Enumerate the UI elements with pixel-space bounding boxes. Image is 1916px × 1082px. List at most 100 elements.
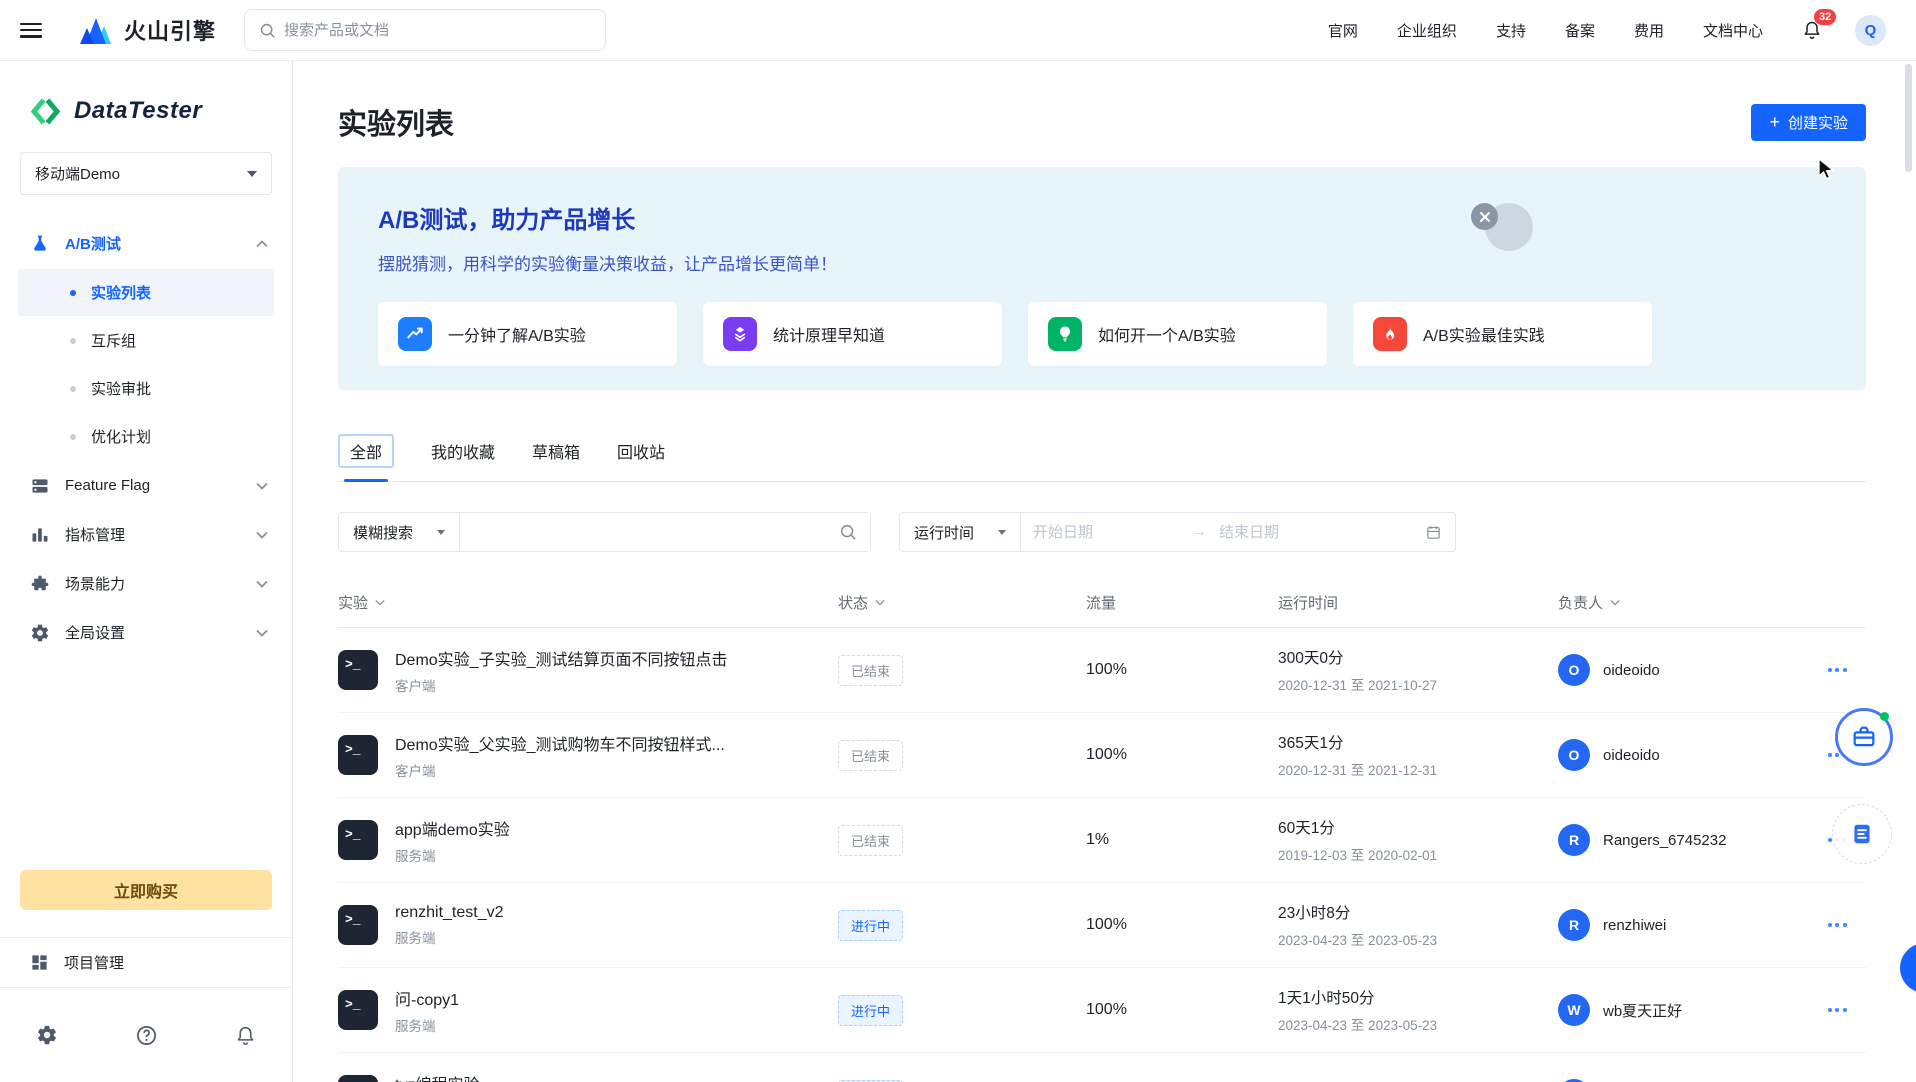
banner-card-intro[interactable]: 一分钟了解A/B实验 [378, 302, 677, 366]
experiment-name[interactable]: app端demo实验 [395, 816, 510, 840]
bell-icon[interactable] [235, 1024, 256, 1047]
nav-link-billing[interactable]: 费用 [1634, 20, 1664, 41]
tab-drafts[interactable]: 草稿箱 [532, 435, 580, 467]
column-header-experiment[interactable]: 实验 [338, 592, 838, 613]
table-row[interactable]: >_ app端demo实验 服务端 已结束 1% 60天1分 2019-12-0… [338, 798, 1866, 883]
row-more-button[interactable] [1808, 668, 1866, 672]
banner-card-best-practice[interactable]: A/B实验最佳实践 [1353, 302, 1652, 366]
search-icon [259, 22, 276, 39]
sidebar-item-project-management[interactable]: 项目管理 [0, 938, 292, 987]
column-header-owner[interactable]: 负责人 [1558, 592, 1808, 613]
nav-link-filing[interactable]: 备案 [1565, 20, 1595, 41]
plus-icon: + [1769, 113, 1780, 131]
terminal-icon: >_ [338, 650, 378, 690]
nav-link-support[interactable]: 支持 [1496, 20, 1526, 41]
table-header: 实验 状态 流量 运行时间 负责人 [338, 577, 1866, 628]
product-name: DataTester [74, 97, 202, 125]
tab-favorites[interactable]: 我的收藏 [431, 435, 495, 467]
experiment-name[interactable]: 问-copy1 [395, 986, 459, 1010]
experiment-table: 实验 状态 流量 运行时间 负责人 >_ Demo实验_子实验_ [338, 577, 1866, 1082]
dashboard-icon [30, 953, 49, 972]
time-type-select[interactable]: 运行时间 [900, 522, 1020, 543]
owner-avatar: O [1558, 654, 1590, 686]
chevron-down-icon [256, 580, 268, 588]
start-date-input[interactable] [1021, 524, 1191, 541]
sidebar-item-experiment-list[interactable]: 实验列表 [18, 269, 274, 316]
scrollbar-thumb[interactable] [1905, 64, 1912, 172]
sidebar-item-metrics[interactable]: 指标管理 [0, 510, 292, 559]
banner-subtitle: 摆脱猜测，用科学的实验衡量决策收益，让产品增长更简单！ [378, 250, 1826, 275]
owner-avatar: W [1558, 994, 1590, 1026]
runtime-range: 2020-12-31 至 2021-12-31 [1278, 759, 1558, 779]
experiment-name[interactable]: Demo实验_子实验_测试结算页面不同按钮点击 [395, 646, 727, 670]
banner-card-statistics[interactable]: 统计原理早知道 [703, 302, 1002, 366]
status-dot [1880, 712, 1889, 721]
sidebar-item-scene-capability[interactable]: 场景能力 [0, 559, 292, 608]
docs-floating-button[interactable] [1832, 804, 1892, 864]
table-row[interactable]: >_ renzhit_test_v2 服务端 进行中 100% 23小时8分 2… [338, 883, 1866, 968]
experiment-name[interactable]: renzhit_test_v2 [395, 904, 504, 922]
status-badge: 进行中 [838, 910, 903, 941]
volcengine-logo[interactable]: 火山引擎 [78, 14, 216, 46]
search-input[interactable] [284, 22, 591, 39]
traffic-value: 1% [1078, 831, 1278, 849]
sidebar-item-global-settings[interactable]: 全局设置 [0, 608, 292, 657]
experiment-platform: 服务端 [395, 927, 504, 947]
experiment-search-input[interactable] [460, 524, 839, 541]
briefcase-icon [1850, 723, 1878, 751]
status-badge: 进行中 [838, 995, 903, 1026]
sidebar: DataTester 移动端Demo A/B测试 实验列表 互斥组 实验审批 优… [0, 61, 293, 1082]
row-more-button[interactable] [1808, 923, 1866, 927]
table-row[interactable]: >_ tyz编程实验 服务端 进行中 100% 1天5小时33分 N nmMah… [338, 1053, 1866, 1082]
sort-caret-icon [1610, 599, 1620, 606]
create-experiment-button[interactable]: + 创建实验 [1751, 104, 1866, 141]
owner-name: Rangers_6745232 [1603, 832, 1726, 849]
project-selector[interactable]: 移动端Demo [20, 152, 272, 195]
nav-link-official[interactable]: 官网 [1328, 20, 1358, 41]
owner-avatar: R [1558, 824, 1590, 856]
buy-now-button[interactable]: 立即购买 [20, 870, 272, 910]
experiment-tabs: 全部 我的收藏 草稿箱 回收站 [338, 434, 1866, 482]
search-icon[interactable] [839, 523, 857, 541]
chevron-up-icon [256, 240, 268, 248]
global-search[interactable] [244, 9, 606, 51]
experiment-platform: 客户端 [395, 675, 727, 695]
close-icon [1479, 211, 1491, 223]
experiment-name[interactable]: tyz编程实验 [395, 1071, 479, 1082]
sort-caret-icon [375, 599, 385, 606]
settings-gear-icon[interactable] [36, 1024, 58, 1046]
calendar-icon[interactable] [1425, 524, 1442, 541]
sidebar-item-feature-flag[interactable]: Feature Flag [0, 461, 292, 510]
help-icon[interactable] [135, 1024, 158, 1047]
end-date-input[interactable] [1207, 524, 1377, 541]
sidebar-item-ab-test[interactable]: A/B测试 [0, 219, 292, 268]
toolbox-floating-button[interactable] [1835, 708, 1893, 766]
layers-icon [723, 317, 757, 351]
table-row[interactable]: >_ Demo实验_子实验_测试结算页面不同按钮点击 客户端 已结束 100% … [338, 628, 1866, 713]
trend-icon [398, 317, 432, 351]
sidebar-item-optimization-plan[interactable]: 优化计划 [18, 413, 274, 460]
search-type-select[interactable]: 模糊搜索 [339, 522, 459, 543]
experiment-name[interactable]: Demo实验_父实验_测试购物车不同按钮样式... [395, 731, 725, 755]
nav-link-docs[interactable]: 文档中心 [1703, 20, 1763, 41]
nav-link-org[interactable]: 企业组织 [1397, 20, 1457, 41]
notification-bell-icon[interactable]: 32 [1802, 19, 1822, 41]
menu-hamburger-icon[interactable] [20, 23, 42, 38]
status-badge: 已结束 [838, 825, 903, 856]
tab-recycle-bin[interactable]: 回收站 [617, 435, 665, 467]
user-avatar[interactable]: Q [1855, 15, 1886, 46]
sidebar-item-experiment-approval[interactable]: 实验审批 [18, 365, 274, 412]
column-header-status[interactable]: 状态 [838, 592, 1078, 613]
table-row[interactable]: >_ Demo实验_父实验_测试购物车不同按钮样式... 客户端 已结束 100… [338, 713, 1866, 798]
table-row[interactable]: >_ 问-copy1 服务端 进行中 100% 1天1小时50分 2023-04… [338, 968, 1866, 1053]
banner-card-howto[interactable]: 如何开一个A/B实验 [1028, 302, 1327, 366]
runtime-range: 2020-12-31 至 2021-10-27 [1278, 674, 1558, 694]
row-more-button[interactable] [1808, 1008, 1866, 1012]
datatester-logo[interactable]: DataTester [0, 61, 292, 125]
runtime-duration: 23小时8分 [1278, 901, 1558, 923]
tab-all[interactable]: 全部 [338, 434, 394, 468]
sort-caret-icon [875, 599, 885, 606]
terminal-icon: >_ [338, 905, 378, 945]
banner-close-button[interactable] [1471, 203, 1498, 230]
sidebar-item-mutex-group[interactable]: 互斥组 [18, 317, 274, 364]
